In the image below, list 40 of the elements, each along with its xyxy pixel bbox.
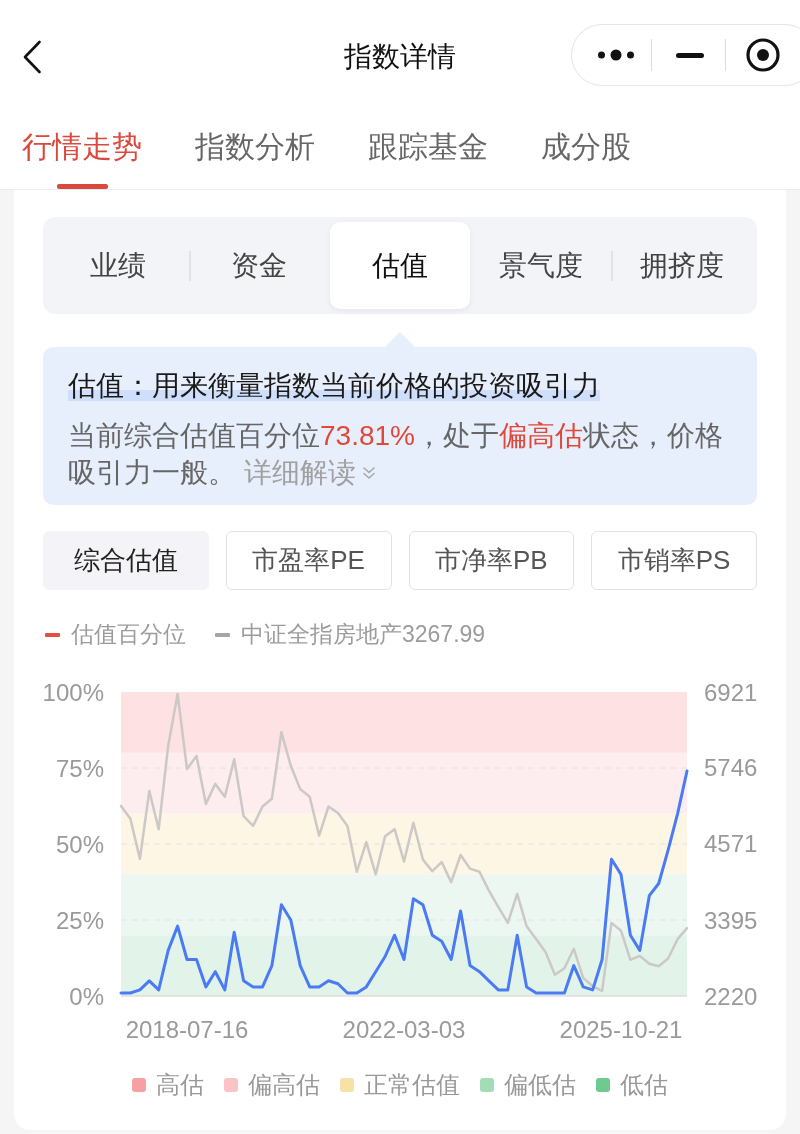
page-title: 指数详情 <box>344 40 456 74</box>
section-tab[interactable]: 拥挤度 <box>611 222 752 309</box>
metric-tab[interactable]: 市净率PB <box>408 531 575 590</box>
main-tab[interactable]: 跟踪基金 <box>368 127 488 189</box>
section-tab[interactable]: 资金 <box>188 222 330 309</box>
metric-tab[interactable]: 市盈率PE <box>225 531 392 590</box>
chevron-down-icon <box>362 466 376 480</box>
legend-label: 偏高估 <box>248 1070 320 1100</box>
right-axis-label: 3395 <box>704 906 758 934</box>
main-tab[interactable]: 行情走势 <box>22 127 142 189</box>
x-axis-label: 2022-03-03 <box>342 1015 466 1043</box>
legend-label: 中证全指房地产3267.99 <box>241 621 486 648</box>
section-tab[interactable]: 业绩 <box>48 222 189 309</box>
info-text: 当前综合估值百分位73.81%，处于偏高估状态，价格吸引力一般。 详细解读 <box>68 419 724 490</box>
minimize-icon[interactable] <box>676 52 704 58</box>
legend-label: 偏低估 <box>504 1070 576 1100</box>
back-icon[interactable] <box>22 40 42 74</box>
metric-tab[interactable]: 市销率PS <box>591 531 757 590</box>
y-axis-label: 100% <box>42 678 104 706</box>
metric-tab[interactable]: 综合估值 <box>43 531 209 590</box>
right-axis-label: 2220 <box>704 982 758 1010</box>
section-tab[interactable]: 估值 <box>329 222 471 309</box>
legend-label: 估值百分位 <box>71 621 186 648</box>
legend-label: 低估 <box>620 1070 668 1100</box>
right-axis-label: 4571 <box>704 830 758 858</box>
y-axis-label: 75% <box>55 754 104 782</box>
right-axis-label: 6921 <box>704 678 758 706</box>
more-icon[interactable] <box>598 48 634 62</box>
main-tab[interactable]: 成分股 <box>541 127 631 189</box>
y-axis-label: 50% <box>55 830 104 858</box>
x-axis-label: 2018-07-16 <box>125 1015 249 1043</box>
y-axis-label: 25% <box>55 906 104 934</box>
right-axis-label: 5746 <box>704 754 758 782</box>
legend-label: 高估 <box>156 1070 204 1100</box>
y-axis-label: 0% <box>69 982 104 1010</box>
legend-label: 正常估值 <box>364 1070 460 1100</box>
section-tab[interactable]: 景气度 <box>470 222 612 309</box>
main-tab[interactable]: 指数分析 <box>195 127 315 189</box>
x-axis-label: 2025-10-21 <box>559 1015 683 1043</box>
circle-dot-icon[interactable] <box>746 38 780 72</box>
